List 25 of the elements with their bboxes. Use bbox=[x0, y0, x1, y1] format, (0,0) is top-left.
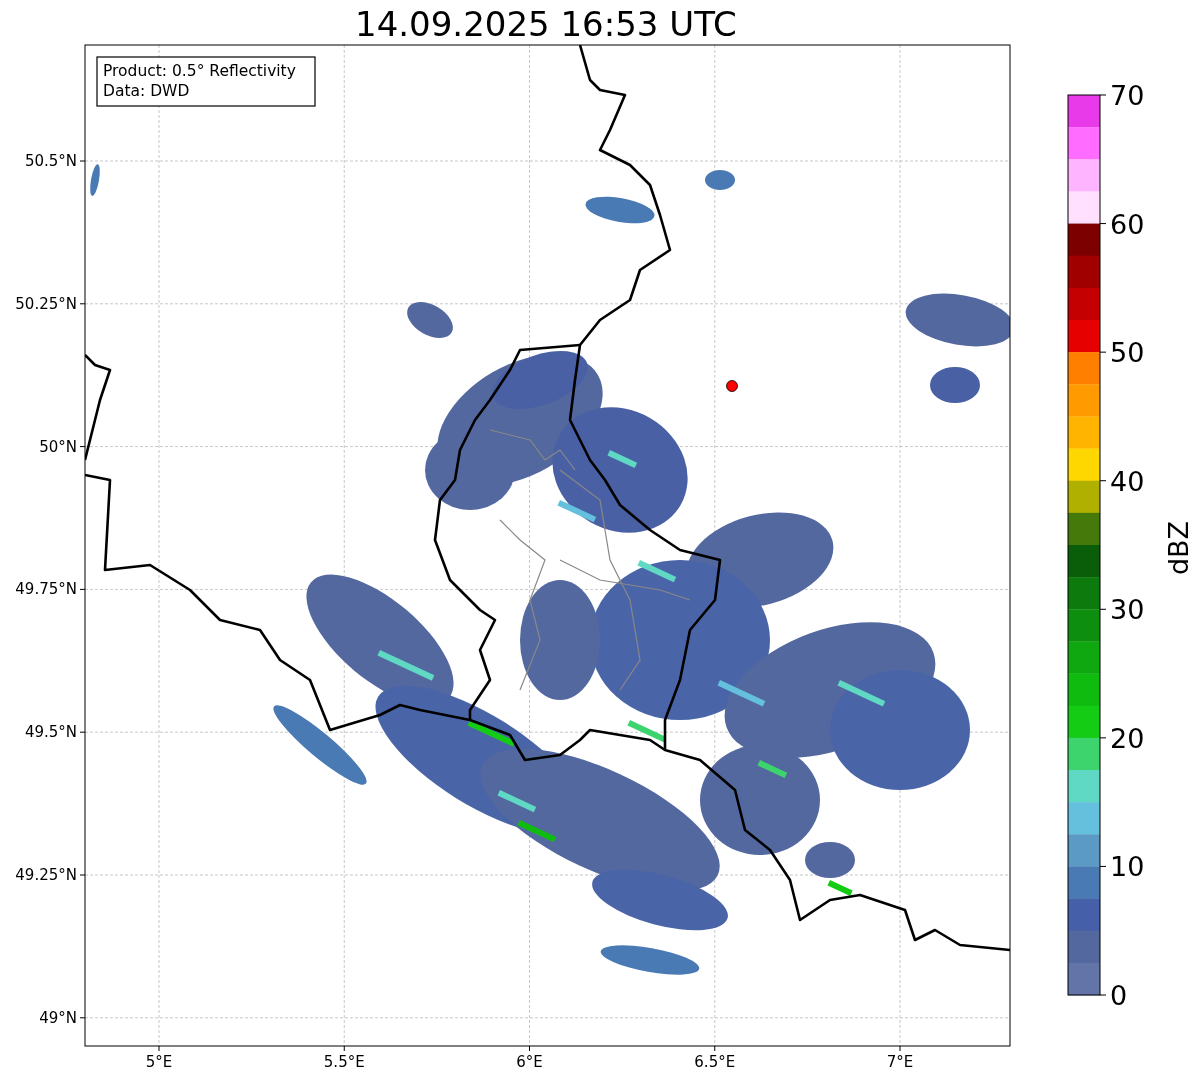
colorbar-tick-label: 10 bbox=[1110, 851, 1145, 883]
chart-title: 14.09.2025 16:53 UTC bbox=[355, 4, 737, 44]
colorbar-tick-label: 60 bbox=[1110, 208, 1145, 240]
axis-tick-label: 5.5°E bbox=[323, 1053, 365, 1071]
axis-tick-label: 50.5°N bbox=[24, 152, 77, 170]
axis-tick-label: 49.75°N bbox=[15, 580, 77, 599]
colorbar-tick-label: 20 bbox=[1110, 722, 1145, 754]
colorbar-tick-label: 40 bbox=[1110, 465, 1145, 497]
axis-tick-label: 49.25°N bbox=[15, 866, 77, 884]
axis-tick-label: 6°E bbox=[516, 1053, 543, 1071]
axis-tick-label: 49°N bbox=[39, 1008, 77, 1027]
axis-tick-label: 5°E bbox=[145, 1053, 173, 1071]
info-text: Product: 0.5° Reflectivity bbox=[103, 62, 296, 80]
axis-tick-label: 50.25°N bbox=[15, 294, 77, 313]
axis-tick-label: 7°E bbox=[886, 1053, 914, 1071]
colorbar-label: dBZ bbox=[1163, 520, 1194, 576]
location-marker bbox=[726, 380, 738, 392]
axis-tick-label: 49.5°N bbox=[24, 723, 77, 742]
colorbar-tick-label: 0 bbox=[1110, 980, 1128, 1011]
info-text: Data: DWD bbox=[103, 82, 190, 100]
axis-tick-label: 6.5°E bbox=[694, 1053, 736, 1071]
colorbar-tick-label: 70 bbox=[1110, 80, 1145, 111]
colorbar-tick-label: 50 bbox=[1110, 337, 1145, 369]
axis-tick-label: 50°N bbox=[39, 437, 77, 456]
colorbar-tick-label: 30 bbox=[1110, 594, 1145, 626]
